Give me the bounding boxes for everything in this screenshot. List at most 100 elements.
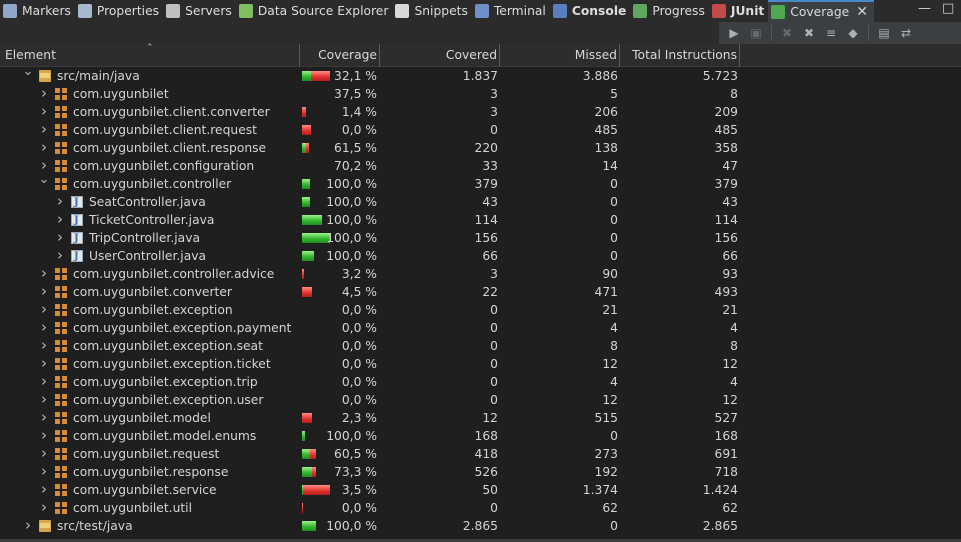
tree-row[interactable]: › SeatController.java 100,0 % 43 0 43 [0,193,961,211]
tree-row[interactable]: › com.uygunbilet.request 60,5 % 418 273 691 [0,445,961,463]
coverage-bar [302,107,306,117]
tree-row[interactable]: › com.uygunbilet.exception.ticket 0,0 % 0 12… [0,355,961,373]
tree-row[interactable]: › com.uygunbilet.exception.user 0,0 % 0 12 12 [0,391,961,409]
tab-progress[interactable]: Progress [630,0,708,22]
tree-row[interactable]: › com.uygunbilet.response 73,3 % 526 192 718 [0,463,961,481]
column-header-element[interactable]: Element ⌃ [0,43,300,67]
covered-instructions: 43 [482,195,498,209]
total-instructions: 93 [722,267,738,281]
element-cell: › com.uygunbilet.exception.trip [0,373,299,391]
tree-row[interactable]: › com.uygunbilet.configuration 70,2 % 33 14 4… [0,157,961,175]
merge-sessions-icon[interactable]: ≡ [822,24,840,42]
dump-execution-data-icon[interactable]: ▣ [747,24,765,42]
tree-row[interactable]: › com.uygunbilet.exception.seat 0,0 % 0 8 8 [0,337,961,355]
tree-row[interactable]: › com.uygunbilet.client.converter 1,4 % 3 20… [0,103,961,121]
covered-instructions: 418 [474,447,498,461]
tab-terminal[interactable]: Terminal [472,0,550,22]
link-with-editor-icon[interactable]: ⇄ [897,24,915,42]
expand-arrow-icon[interactable]: › [38,265,50,282]
junit-icon [711,4,726,18]
expand-arrow-icon[interactable]: › [22,517,34,534]
column-header-coverage[interactable]: Coverage [300,44,380,67]
expand-arrow-icon[interactable]: › [38,337,50,354]
remove-session-icon[interactable]: ✖ [778,24,796,42]
tree-row[interactable]: › TicketController.java 100,0 % 114 0 114 [0,211,961,229]
expand-arrow-icon[interactable]: › [38,463,50,480]
expand-arrow-icon[interactable]: › [38,121,50,138]
minimize-icon[interactable]: — [918,1,931,16]
tree-row[interactable]: › com.uygunbilet.model.enums 100,0 % 168 0 16… [0,427,961,445]
expand-arrow-icon[interactable]: › [38,481,50,498]
expand-arrow-icon[interactable]: › [38,355,50,372]
tab-servers[interactable]: Servers [163,0,236,22]
expand-arrow-icon[interactable]: › [38,499,50,516]
column-header-total-instructions[interactable]: Total Instructions [620,44,740,67]
expand-arrow-icon[interactable]: › [38,85,50,102]
tree-row[interactable]: › com.uygunbilet.client.request 0,0 % 0 485 4… [0,121,961,139]
column-header-missed-instructions[interactable]: Missed Instructions [500,44,620,85]
run-coverage-icon[interactable]: ▶ [725,24,743,42]
expand-arrow-icon[interactable]: › [38,301,50,318]
expand-arrow-icon[interactable]: › [54,193,66,210]
tab-snippets[interactable]: Snippets [392,0,471,22]
tree-row[interactable]: ⌄ com.uygunbilet.controller 100,0 % 379 0 379 [0,175,961,193]
tree-row[interactable]: › com.uygunbilet.client.response 61,5 % 220… [0,139,961,157]
expand-arrow-icon[interactable]: › [38,103,50,120]
tab-properties[interactable]: Properties [75,0,163,22]
tree-row[interactable]: › com.uygunbilet.converter 4,5 % 22 471 493 [0,283,961,301]
close-tab-icon[interactable]: ✕ [856,4,868,20]
column-header-covered-instructions[interactable]: Covered Instructions [380,44,500,85]
expand-arrow-icon[interactable]: › [38,157,50,174]
expand-arrow-icon[interactable]: › [38,283,50,300]
expand-arrow-icon[interactable]: › [54,247,66,264]
remove-all-sessions-icon[interactable]: ✖ [800,24,818,42]
tree-row[interactable]: › com.uygunbilet 37,5 % 3 5 8 [0,85,961,103]
collapse-all-icon[interactable]: ▤ [875,24,893,42]
tab-data-source-explorer[interactable]: Data Source Explorer [236,0,393,22]
expand-arrow-icon[interactable]: › [54,229,66,246]
tab-markers[interactable]: Markers [0,0,75,22]
expand-arrow-icon[interactable]: › [38,391,50,408]
coverage-percent: 3,2 % [341,267,377,281]
tab-junit[interactable]: JUnit [709,0,768,22]
tree-row[interactable]: › TripController.java 100,0 % 156 0 156 [0,229,961,247]
expand-arrow-icon[interactable]: › [54,211,66,228]
element-name: com.uygunbilet.exception.payment [73,321,292,335]
tree-row[interactable]: › com.uygunbilet.util 0,0 % 0 62 62 [0,499,961,517]
tab-console[interactable]: Console [550,0,631,22]
tree-row[interactable]: › com.uygunbilet.exception.trip 0,0 % 0 4 4 [0,373,961,391]
tree-row[interactable]: › UserController.java 100,0 % 66 0 66 [0,247,961,265]
snippets-icon [395,4,410,18]
coverage-cell: 2,3 % [300,409,380,427]
element-name: com.uygunbilet.controller [73,177,232,191]
total-instructions: 12 [722,393,738,407]
expand-arrow-icon[interactable]: › [38,445,50,462]
missed-instructions: 138 [594,141,618,155]
tree-row[interactable]: › src/test/java 100,0 % 2.865 0 2.865 [0,517,961,535]
collapse-arrow-icon[interactable]: ⌄ [22,67,34,81]
tree-row[interactable]: › com.uygunbilet.model 2,3 % 12 515 527 [0,409,961,427]
collapse-arrow-icon[interactable]: ⌄ [38,175,50,189]
tree-row[interactable]: › com.uygunbilet.service 3,5 % 50 1.374 1.424 [0,481,961,499]
element-cell: › com.uygunbilet.converter [0,283,299,301]
missed-instructions: 206 [594,105,618,119]
tab-coverage[interactable]: Coverage ✕ [768,0,874,22]
coverage-percent: 60,5 % [334,447,377,461]
expand-arrow-icon[interactable]: › [38,373,50,390]
coverage-cell: 100,0 % [300,247,380,265]
data-source-explorer-icon [238,4,253,18]
coverage-cell: 0,0 % [300,337,380,355]
tree-row[interactable]: ⌄ src/main/java 32,1 % 1.837 3.886 5.723 [0,67,961,85]
expand-arrow-icon[interactable]: › [38,139,50,156]
tree-row[interactable]: › com.uygunbilet.exception.payment 0,0 % 0 4… [0,319,961,337]
expand-arrow-icon[interactable]: › [38,409,50,426]
tree-row[interactable]: › com.uygunbilet.exception 0,0 % 0 21 21 [0,301,961,319]
tree-row[interactable]: › com.uygunbilet.controller.advice 3,2 % 3 9… [0,265,961,283]
tab-label: Data Source Explorer [257,4,389,18]
expand-arrow-icon[interactable]: › [38,319,50,336]
element-cell: › com.uygunbilet.client.response [0,139,299,157]
element-name: com.uygunbilet.converter [73,285,232,299]
select-session-icon[interactable]: ◆ [844,24,862,42]
maximize-icon[interactable]: □ [942,1,954,16]
expand-arrow-icon[interactable]: › [38,427,50,444]
